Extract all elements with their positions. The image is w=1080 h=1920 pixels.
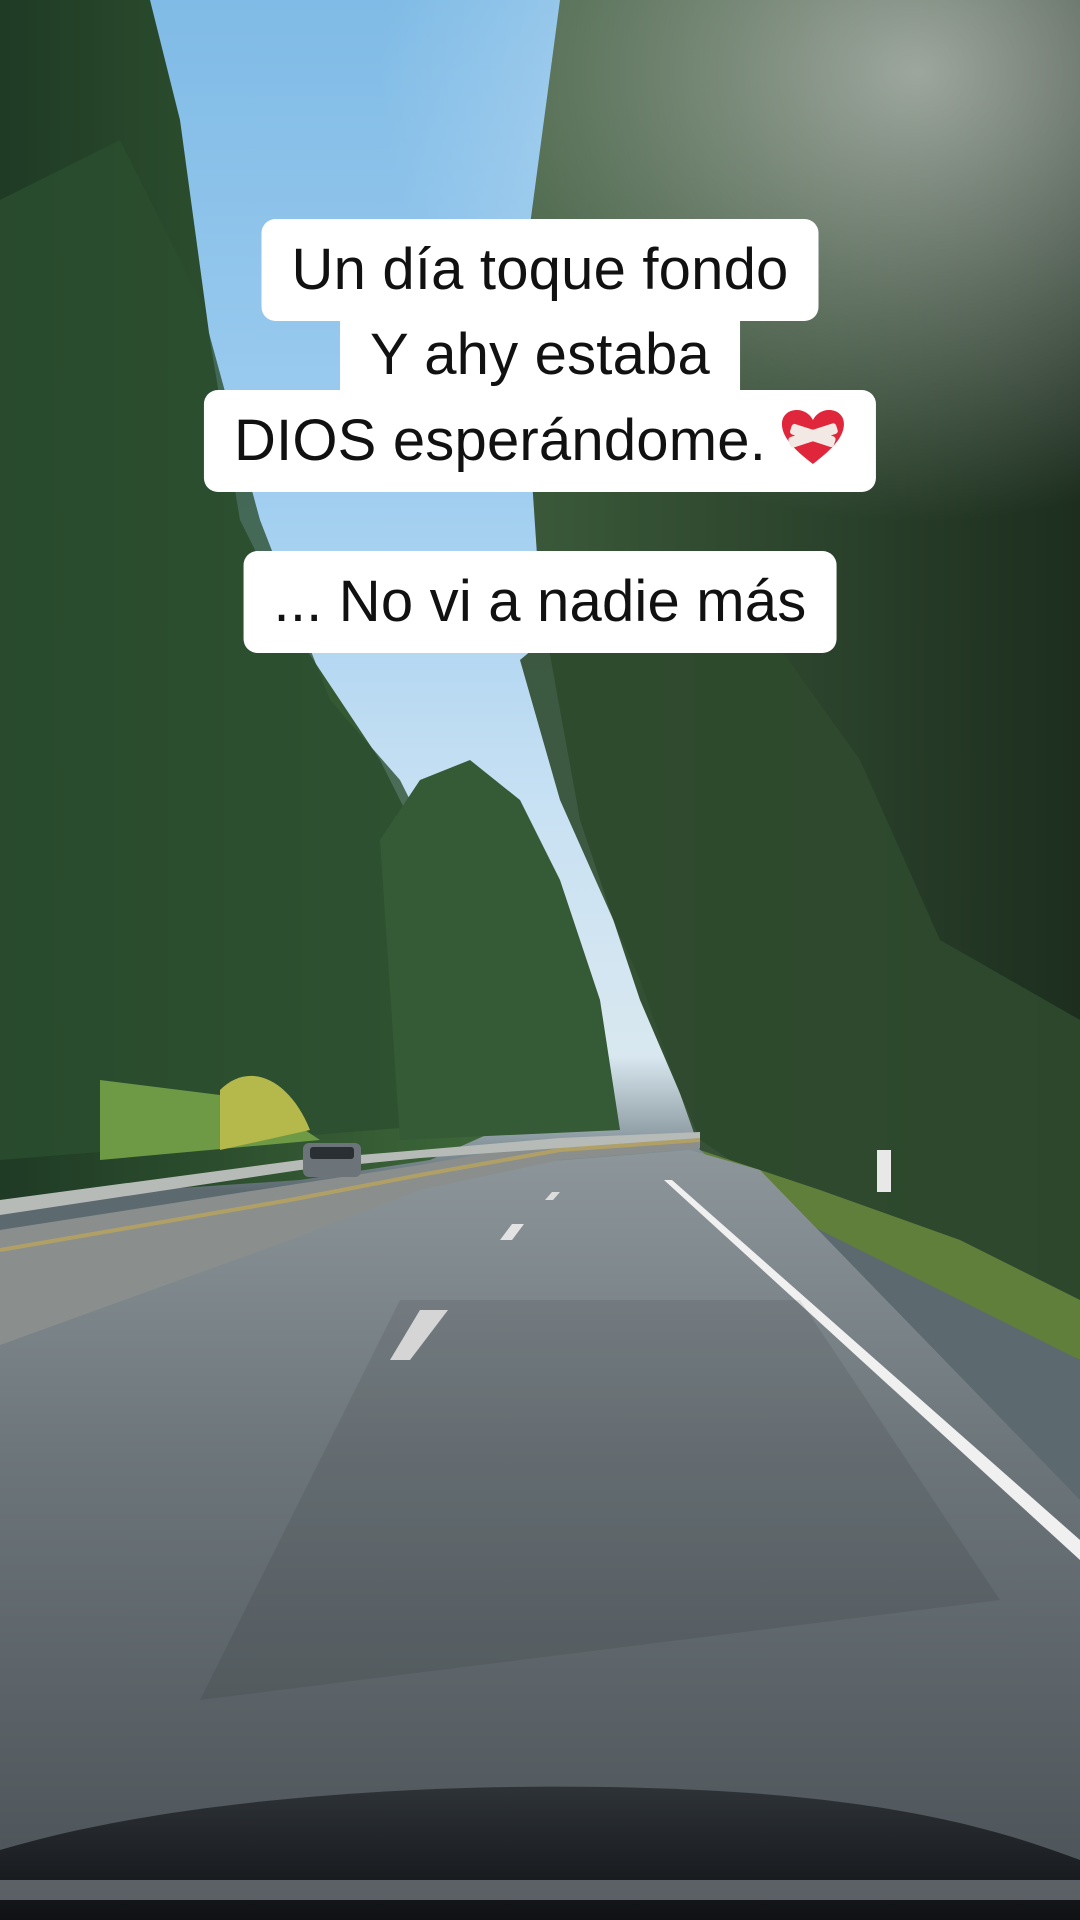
caption-line-4: ... No vi a nadie más bbox=[243, 551, 837, 653]
video-frame: Un día toque fondo Y ahy estaba DIOS esp… bbox=[0, 0, 1080, 1920]
mending-heart-icon bbox=[782, 410, 845, 464]
caption-line-3: DIOS esperándome. bbox=[203, 390, 877, 492]
caption-line-3-text: DIOS esperándome. bbox=[233, 408, 767, 473]
caption-overlay: Un día toque fondo Y ahy estaba DIOS esp… bbox=[0, 0, 1080, 1920]
